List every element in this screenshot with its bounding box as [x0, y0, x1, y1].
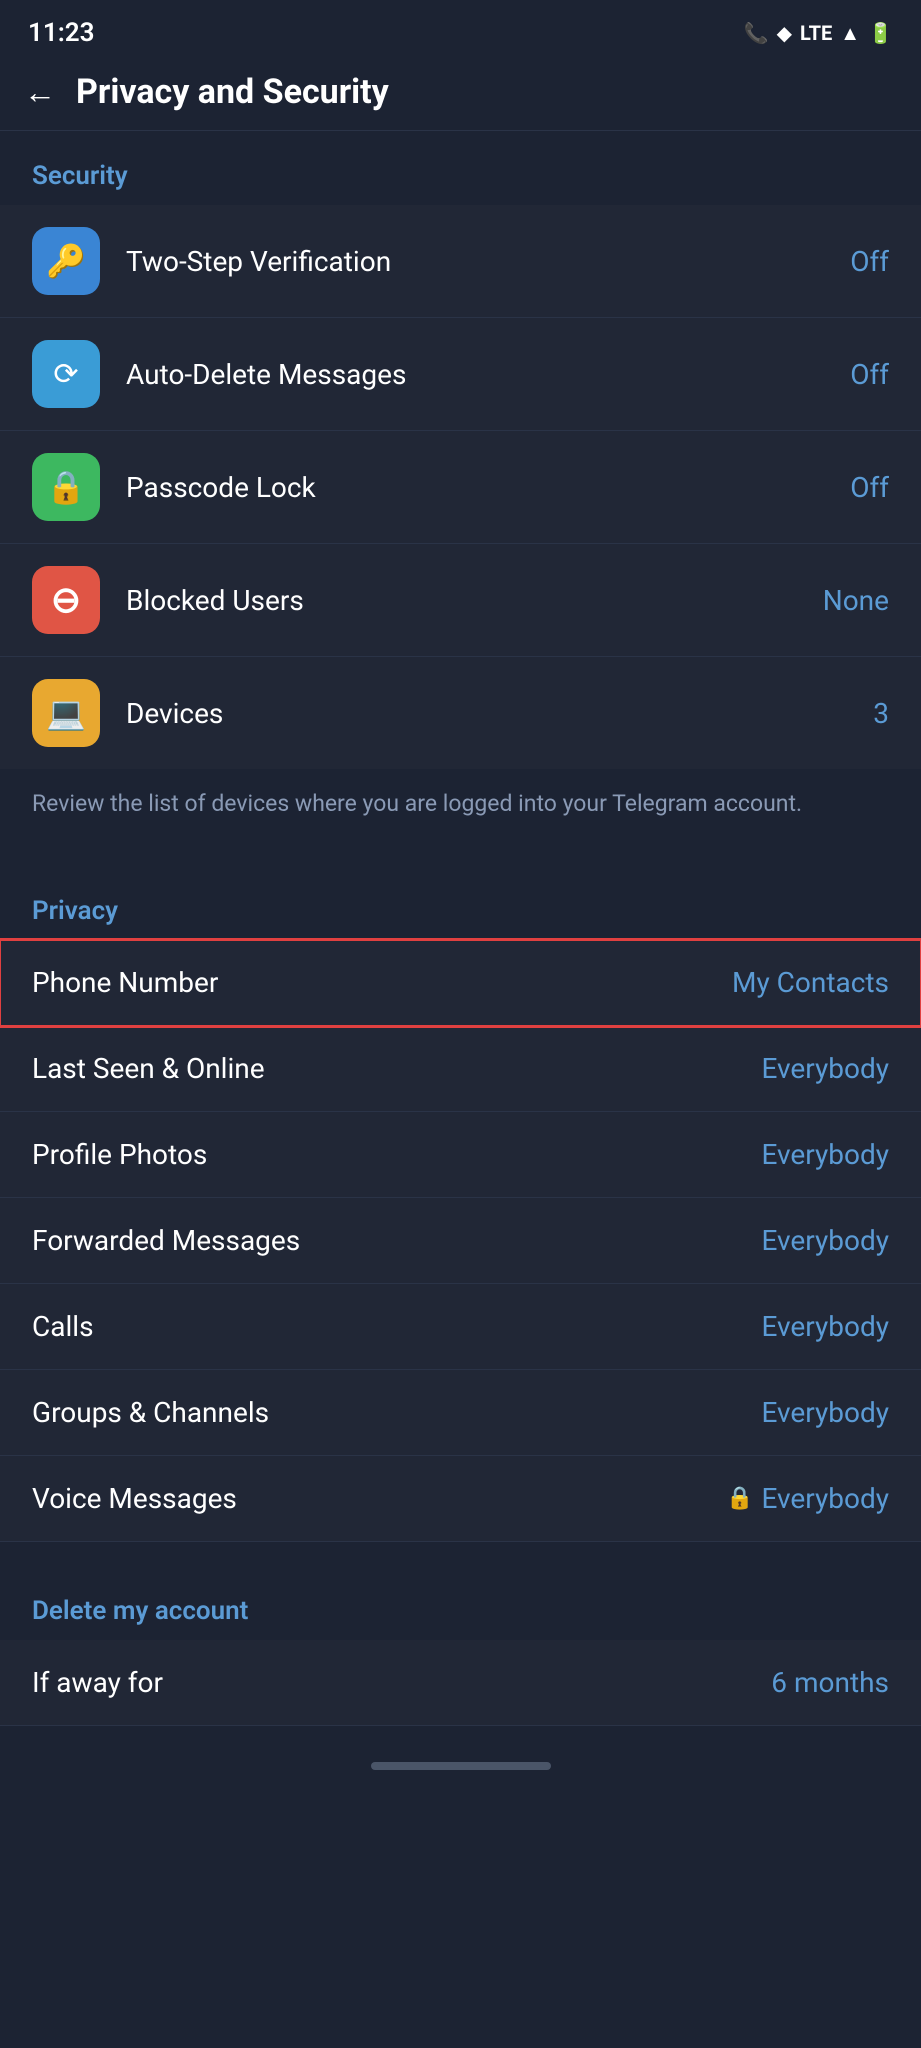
two-step-item[interactable]: 🔑 Two-Step Verification Off: [0, 205, 921, 318]
auto-delete-label: Auto-Delete Messages: [126, 358, 850, 391]
two-step-value: Off: [850, 245, 889, 278]
back-button[interactable]: ←: [24, 73, 56, 111]
status-bar: 11:23 📞 ◆ LTE ▲ 🔋: [0, 0, 921, 58]
section-divider: [0, 850, 921, 866]
if-away-value: 6 months: [771, 1666, 889, 1699]
security-section-header: Security: [0, 131, 921, 205]
devices-value: 3: [873, 697, 889, 730]
calls-value: Everybody: [761, 1310, 889, 1343]
calls-label: Calls: [32, 1310, 761, 1343]
passcode-item[interactable]: 🔒 Passcode Lock Off: [0, 431, 921, 544]
phone-number-label: Phone Number: [32, 966, 732, 999]
premium-lock-icon: 🔒: [726, 1486, 753, 1511]
voice-messages-value: 🔒 Everybody: [726, 1482, 889, 1515]
two-step-icon: 🔑: [32, 227, 100, 295]
voice-messages-item[interactable]: Voice Messages 🔒 Everybody: [0, 1456, 921, 1542]
toolbar: ← Privacy and Security: [0, 58, 921, 131]
delete-section-header: Delete my account: [0, 1566, 921, 1640]
page-title: Privacy and Security: [76, 72, 389, 112]
last-seen-value: Everybody: [761, 1052, 889, 1085]
section-divider-2: [0, 1542, 921, 1566]
devices-description: Review the list of devices where you are…: [0, 769, 921, 850]
groups-channels-label: Groups & Channels: [32, 1396, 761, 1429]
passcode-label: Passcode Lock: [126, 471, 850, 504]
auto-delete-value: Off: [850, 358, 889, 391]
blocked-users-label: Blocked Users: [126, 584, 823, 617]
privacy-section-header: Privacy: [0, 866, 921, 940]
devices-icon: 💻: [32, 679, 100, 747]
bottom-home-indicator: [371, 1762, 551, 1770]
battery-icon: 🔋: [868, 21, 893, 45]
blocked-users-icon: ⊖: [32, 566, 100, 634]
profile-photos-label: Profile Photos: [32, 1138, 761, 1171]
two-step-label: Two-Step Verification: [126, 245, 850, 278]
passcode-icon: 🔒: [32, 453, 100, 521]
profile-photos-item[interactable]: Profile Photos Everybody: [0, 1112, 921, 1198]
forwarded-messages-item[interactable]: Forwarded Messages Everybody: [0, 1198, 921, 1284]
status-time: 11:23: [28, 18, 95, 48]
phone-number-value: My Contacts: [732, 966, 889, 999]
last-seen-item[interactable]: Last Seen & Online Everybody: [0, 1026, 921, 1112]
calls-item[interactable]: Calls Everybody: [0, 1284, 921, 1370]
profile-photos-value: Everybody: [761, 1138, 889, 1171]
forwarded-messages-value: Everybody: [761, 1224, 889, 1257]
signal-icon: ▲: [840, 21, 860, 46]
bottom-nav-bar: [0, 1726, 921, 1806]
forwarded-messages-label: Forwarded Messages: [32, 1224, 761, 1257]
groups-channels-value: Everybody: [761, 1396, 889, 1429]
auto-delete-item[interactable]: ⟳ Auto-Delete Messages Off: [0, 318, 921, 431]
blocked-users-value: None: [823, 584, 889, 617]
lte-label: LTE: [800, 21, 832, 45]
phone-number-item[interactable]: Phone Number My Contacts: [0, 940, 921, 1026]
status-icons: 📞 ◆ LTE ▲ 🔋: [744, 21, 893, 46]
last-seen-label: Last Seen & Online: [32, 1052, 761, 1085]
security-list: 🔑 Two-Step Verification Off ⟳ Auto-Delet…: [0, 205, 921, 769]
passcode-value: Off: [850, 471, 889, 504]
devices-label: Devices: [126, 697, 873, 730]
groups-channels-item[interactable]: Groups & Channels Everybody: [0, 1370, 921, 1456]
auto-delete-icon: ⟳: [32, 340, 100, 408]
voice-messages-label: Voice Messages: [32, 1482, 726, 1515]
privacy-list: Phone Number My Contacts Last Seen & Onl…: [0, 940, 921, 1542]
blocked-users-item[interactable]: ⊖ Blocked Users None: [0, 544, 921, 657]
call-icon: 📞: [744, 21, 769, 45]
if-away-label: If away for: [32, 1666, 771, 1699]
devices-item[interactable]: 💻 Devices 3: [0, 657, 921, 769]
if-away-item[interactable]: If away for 6 months: [0, 1640, 921, 1726]
wifi-icon: ◆: [777, 21, 792, 45]
